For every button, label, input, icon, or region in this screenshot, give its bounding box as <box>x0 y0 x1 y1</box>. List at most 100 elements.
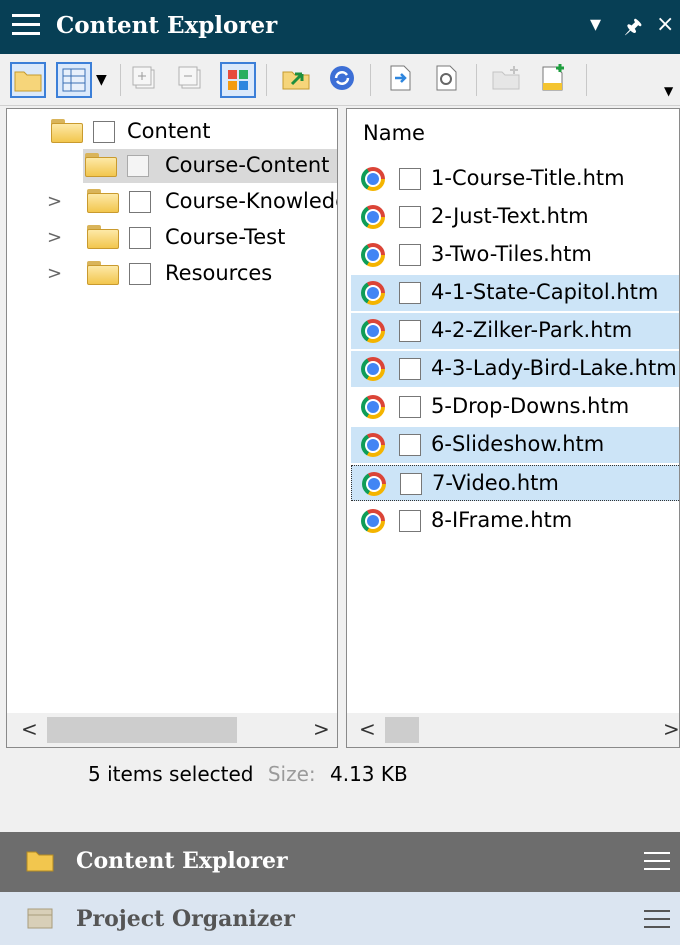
file-row[interactable]: 5-Drop-Downs.htm <box>351 389 679 425</box>
tree-item-label: Content <box>127 119 211 143</box>
file-checkbox[interactable] <box>399 396 421 418</box>
chrome-icon <box>361 281 385 305</box>
file-name: 4-3-Lady-Bird-Lake.htm <box>431 356 677 380</box>
scroll-right-icon[interactable]: > <box>313 717 330 741</box>
file-row-selected[interactable]: 4-3-Lady-Bird-Lake.htm <box>351 351 679 387</box>
open-folder-icon <box>85 153 117 177</box>
selected-count: 5 items selected <box>88 762 254 786</box>
tree-item-course-test[interactable]: > Course-Test <box>7 221 337 255</box>
file-row-selected[interactable]: 4-2-Zilker-Park.htm <box>351 313 679 349</box>
file-row-selected[interactable]: 4-1-State-Capitol.htm <box>351 275 679 311</box>
project-organizer-icon <box>26 906 54 930</box>
dropdown-arrow-icon[interactable]: ▼ <box>96 62 112 98</box>
panel-title: Content Explorer <box>76 848 288 874</box>
refresh-icon[interactable] <box>326 62 362 98</box>
file-checkbox[interactable] <box>399 282 421 304</box>
toolbar-separator <box>476 64 477 96</box>
chrome-icon <box>361 205 385 229</box>
size-label: Size: <box>267 762 316 786</box>
tree-item-label: Resources <box>165 261 273 285</box>
file-row[interactable]: 3-Two-Tiles.htm <box>351 237 679 273</box>
open-file-icon[interactable] <box>384 62 420 98</box>
tree-checkbox[interactable] <box>129 191 151 213</box>
content-explorer-icon <box>26 848 54 872</box>
horizontal-scrollbar[interactable]: < > <box>347 713 679 747</box>
file-checkbox[interactable] <box>399 244 421 266</box>
tree-checkbox[interactable] <box>93 121 115 143</box>
thumbnails-icon[interactable] <box>220 62 256 98</box>
file-name: 2-Just-Text.htm <box>431 204 589 228</box>
tree-item-label: Course-Content <box>165 153 330 177</box>
file-checkbox[interactable] <box>399 320 421 342</box>
open-folder-icon <box>51 119 83 143</box>
properties-icon[interactable] <box>430 62 466 98</box>
chrome-icon <box>361 319 385 343</box>
file-checkbox[interactable] <box>400 473 422 495</box>
folder-icon <box>87 225 119 249</box>
expand-chevron-icon[interactable]: > <box>47 263 62 284</box>
file-name: 7-Video.htm <box>432 471 559 495</box>
new-file-icon[interactable] <box>536 62 572 98</box>
chrome-icon <box>361 357 385 381</box>
pin-icon[interactable]: 🖈 <box>624 12 643 46</box>
expand-chevron-icon[interactable]: > <box>47 227 62 248</box>
file-row-selected[interactable]: 6-Slideshow.htm <box>351 427 679 463</box>
file-checkbox[interactable] <box>399 168 421 190</box>
open-folder-icon[interactable] <box>10 62 46 98</box>
expand-icon[interactable] <box>128 62 164 98</box>
chrome-icon <box>361 509 385 533</box>
tree-checkbox[interactable] <box>129 263 151 285</box>
overflow-icon[interactable]: ▼ <box>664 62 678 98</box>
tree-item-resources[interactable]: > Resources <box>7 257 337 291</box>
new-folder-icon[interactable] <box>490 62 526 98</box>
file-checkbox[interactable] <box>399 358 421 380</box>
tree-item-course-content[interactable]: Course-Content <box>83 149 337 183</box>
tree-checkbox[interactable] <box>127 155 149 177</box>
file-name: 6-Slideshow.htm <box>431 432 605 456</box>
scroll-left-icon[interactable]: < <box>21 717 38 741</box>
toolbar-separator <box>370 64 371 96</box>
file-checkbox[interactable] <box>399 434 421 456</box>
close-icon[interactable]: × <box>656 12 674 37</box>
collapse-icon[interactable] <box>174 62 210 98</box>
title-bar: Content Explorer ▾ 🖈 × <box>0 0 680 54</box>
expand-chevron-icon[interactable]: > <box>47 191 62 212</box>
panel-menu-icon[interactable] <box>644 910 670 934</box>
horizontal-scrollbar[interactable]: < > <box>7 713 337 747</box>
panel-project-organizer[interactable]: Project Organizer <box>0 892 680 945</box>
tree-item-label: Course-Knowledge <box>165 189 337 213</box>
file-name: 5-Drop-Downs.htm <box>431 394 630 418</box>
tree-checkbox[interactable] <box>129 227 151 249</box>
file-row[interactable]: 1-Course-Title.htm <box>351 161 679 197</box>
panel-content-explorer[interactable]: Content Explorer <box>0 832 680 892</box>
dropdown-icon[interactable]: ▾ <box>590 12 601 37</box>
file-row[interactable]: 2-Just-Text.htm <box>351 199 679 235</box>
column-header-name[interactable]: Name <box>363 121 425 145</box>
file-name: 1-Course-Title.htm <box>431 166 625 190</box>
tree-item-course-knowledge[interactable]: > Course-Knowledge <box>7 185 337 219</box>
import-icon[interactable] <box>280 62 316 98</box>
file-name: 4-1-State-Capitol.htm <box>431 280 659 304</box>
panel-title: Project Organizer <box>76 906 295 932</box>
file-list-pane[interactable]: Name 1-Course-Title.htm 2-Just-Text.htm … <box>346 108 680 748</box>
scroll-left-icon[interactable]: < <box>359 717 376 741</box>
panel-menu-icon[interactable] <box>644 852 670 876</box>
chrome-icon <box>361 433 385 457</box>
file-checkbox[interactable] <box>399 510 421 532</box>
scrollbar-thumb[interactable] <box>47 717 237 743</box>
file-row-focused[interactable]: 7-Video.htm <box>351 465 679 501</box>
status-bar: 5 items selected Size: 4.13 KB <box>88 762 408 786</box>
file-name: 3-Two-Tiles.htm <box>431 242 592 266</box>
file-row[interactable]: 8-IFrame.htm <box>351 503 679 539</box>
folder-icon <box>87 261 119 285</box>
file-name: 8-IFrame.htm <box>431 508 573 532</box>
folder-tree-pane[interactable]: Content Course-Content > Course-Knowledg… <box>6 108 338 748</box>
toolbar-separator <box>266 64 267 96</box>
size-value: 4.13 KB <box>329 762 408 786</box>
view-table-icon[interactable] <box>56 62 92 98</box>
file-checkbox[interactable] <box>399 206 421 228</box>
tree-item-content[interactable]: Content <box>7 115 337 149</box>
hamburger-menu-icon[interactable] <box>12 14 40 38</box>
scrollbar-thumb[interactable] <box>385 717 419 743</box>
scroll-right-icon[interactable]: > <box>663 717 679 741</box>
